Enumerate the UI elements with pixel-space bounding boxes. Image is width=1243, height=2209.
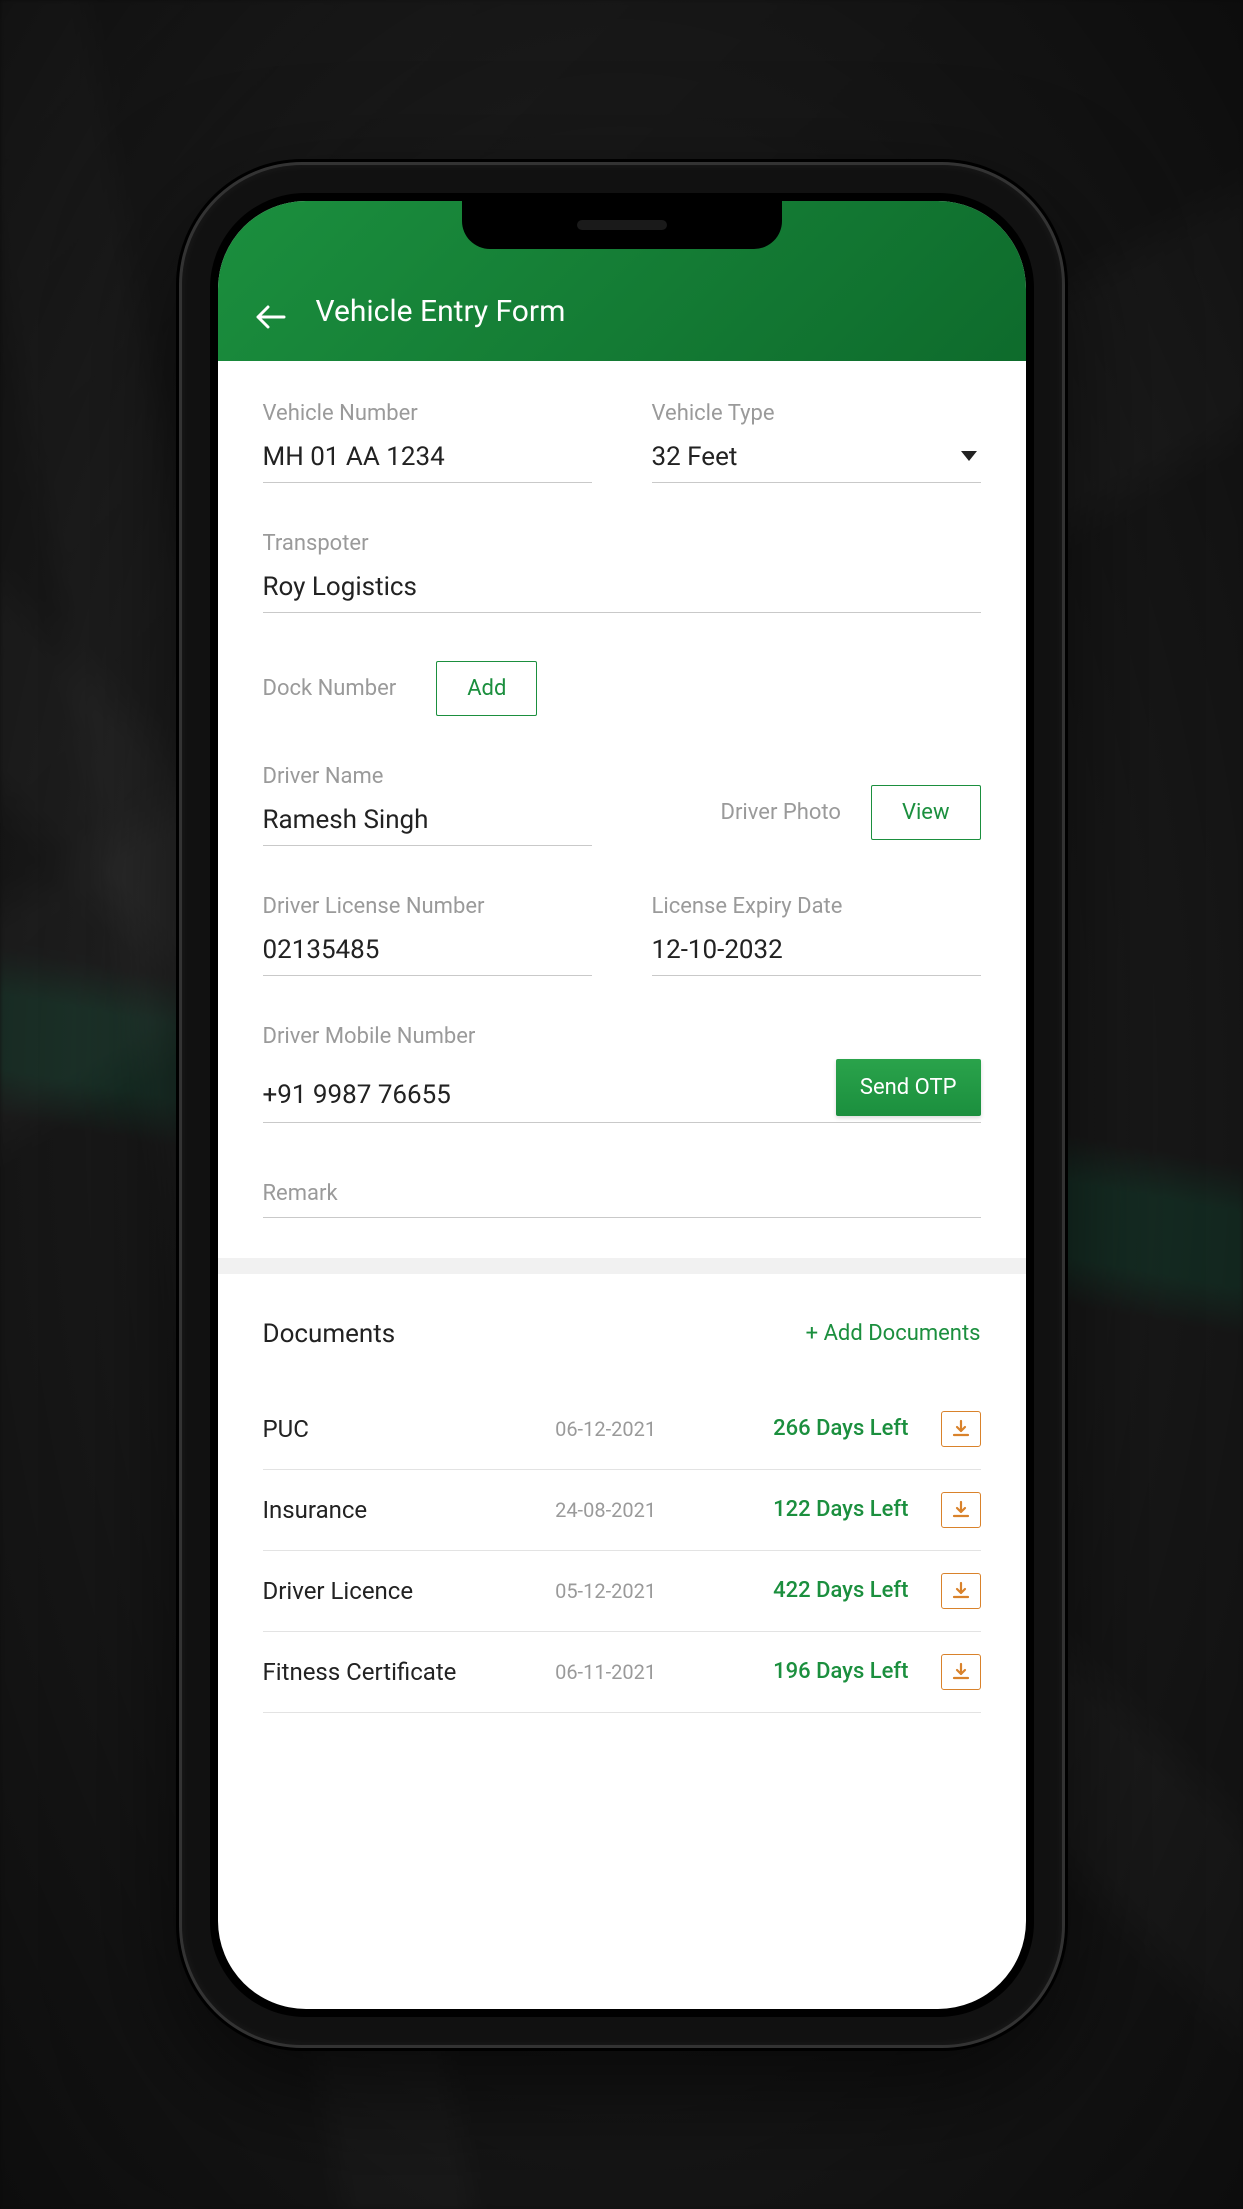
- license-expiry-input[interactable]: 12-10-2032: [652, 929, 981, 976]
- download-icon[interactable]: [941, 1573, 981, 1609]
- document-date: 24-08-2021: [515, 1498, 696, 1522]
- add-dock-button[interactable]: Add: [436, 661, 537, 716]
- driver-mobile-field: Driver Mobile Number +91 9987 76655 Send…: [263, 1024, 981, 1123]
- document-days-left: 422 Days Left: [708, 1578, 909, 1603]
- documents-list: PUC 06-12-2021 266 Days Left Insurance 24-08…: [263, 1389, 981, 1713]
- transporter-field: Transpoter Roy Logistics: [263, 531, 981, 613]
- page-title: Vehicle Entry Form: [316, 294, 566, 329]
- document-row: Fitness Certificate 06-11-2021 196 Days Le…: [263, 1632, 981, 1713]
- remark-input[interactable]: Remark: [263, 1171, 981, 1218]
- document-name: PUC: [263, 1415, 504, 1443]
- driver-license-field: Driver License Number 02135485: [263, 894, 592, 976]
- document-date: 06-11-2021: [515, 1660, 696, 1684]
- document-row: PUC 06-12-2021 266 Days Left: [263, 1389, 981, 1470]
- document-days-left: 122 Days Left: [708, 1497, 909, 1522]
- download-icon[interactable]: [941, 1654, 981, 1690]
- vehicle-number-field: Vehicle Number MH 01 AA 1234: [263, 401, 592, 483]
- document-name: Insurance: [263, 1496, 504, 1524]
- driver-name-input[interactable]: Ramesh Singh: [263, 799, 592, 846]
- document-date: 06-12-2021: [515, 1417, 696, 1441]
- vehicle-number-input[interactable]: MH 01 AA 1234: [263, 436, 592, 483]
- remark-field: Remark: [263, 1171, 981, 1218]
- vehicle-type-field: Vehicle Type 32 Feet: [652, 401, 981, 483]
- phone-screen: Vehicle Entry Form Vehicle Number MH 01 …: [218, 201, 1026, 2009]
- document-days-left: 266 Days Left: [708, 1416, 909, 1441]
- document-row: Driver Licence 05-12-2021 422 Days Left: [263, 1551, 981, 1632]
- document-date: 05-12-2021: [515, 1579, 696, 1603]
- dock-number-row: Dock Number Add: [263, 661, 981, 716]
- download-icon[interactable]: [941, 1492, 981, 1528]
- license-expiry-label: License Expiry Date: [652, 894, 981, 919]
- document-days-left: 196 Days Left: [708, 1659, 909, 1684]
- form-content: Vehicle Number MH 01 AA 1234 Vehicle Typ…: [218, 361, 1026, 1763]
- phone-notch: [462, 201, 782, 249]
- transporter-label: Transpoter: [263, 531, 981, 556]
- view-photo-button[interactable]: View: [871, 785, 981, 840]
- documents-title: Documents: [263, 1319, 396, 1349]
- document-row: Insurance 24-08-2021 122 Days Left: [263, 1470, 981, 1551]
- documents-header: Documents + Add Documents: [263, 1319, 981, 1349]
- license-expiry-field: License Expiry Date 12-10-2032: [652, 894, 981, 976]
- section-divider: [218, 1258, 1026, 1274]
- driver-photo-group: Driver Photo View: [652, 785, 981, 846]
- driver-mobile-label: Driver Mobile Number: [263, 1024, 981, 1049]
- driver-license-label: Driver License Number: [263, 894, 592, 919]
- driver-photo-label: Driver Photo: [721, 800, 841, 825]
- phone-frame: Vehicle Entry Form Vehicle Number MH 01 …: [182, 165, 1062, 2045]
- vehicle-type-select[interactable]: 32 Feet: [652, 436, 981, 483]
- dock-number-label: Dock Number: [263, 676, 397, 701]
- driver-name-label: Driver Name: [263, 764, 592, 789]
- transporter-input[interactable]: Roy Logistics: [263, 566, 981, 613]
- remark-placeholder: Remark: [263, 1181, 338, 1206]
- document-name: Fitness Certificate: [263, 1658, 504, 1686]
- download-icon[interactable]: [941, 1411, 981, 1447]
- back-arrow-icon[interactable]: [256, 305, 286, 329]
- send-otp-button[interactable]: Send OTP: [836, 1059, 981, 1116]
- driver-license-input[interactable]: 02135485: [263, 929, 592, 976]
- driver-name-field: Driver Name Ramesh Singh: [263, 764, 592, 846]
- phone-bezel: Vehicle Entry Form Vehicle Number MH 01 …: [210, 193, 1034, 2017]
- add-documents-button[interactable]: + Add Documents: [806, 1321, 981, 1346]
- vehicle-type-label: Vehicle Type: [652, 401, 981, 426]
- vehicle-number-label: Vehicle Number: [263, 401, 592, 426]
- document-name: Driver Licence: [263, 1577, 504, 1605]
- driver-mobile-input[interactable]: +91 9987 76655: [263, 1080, 816, 1110]
